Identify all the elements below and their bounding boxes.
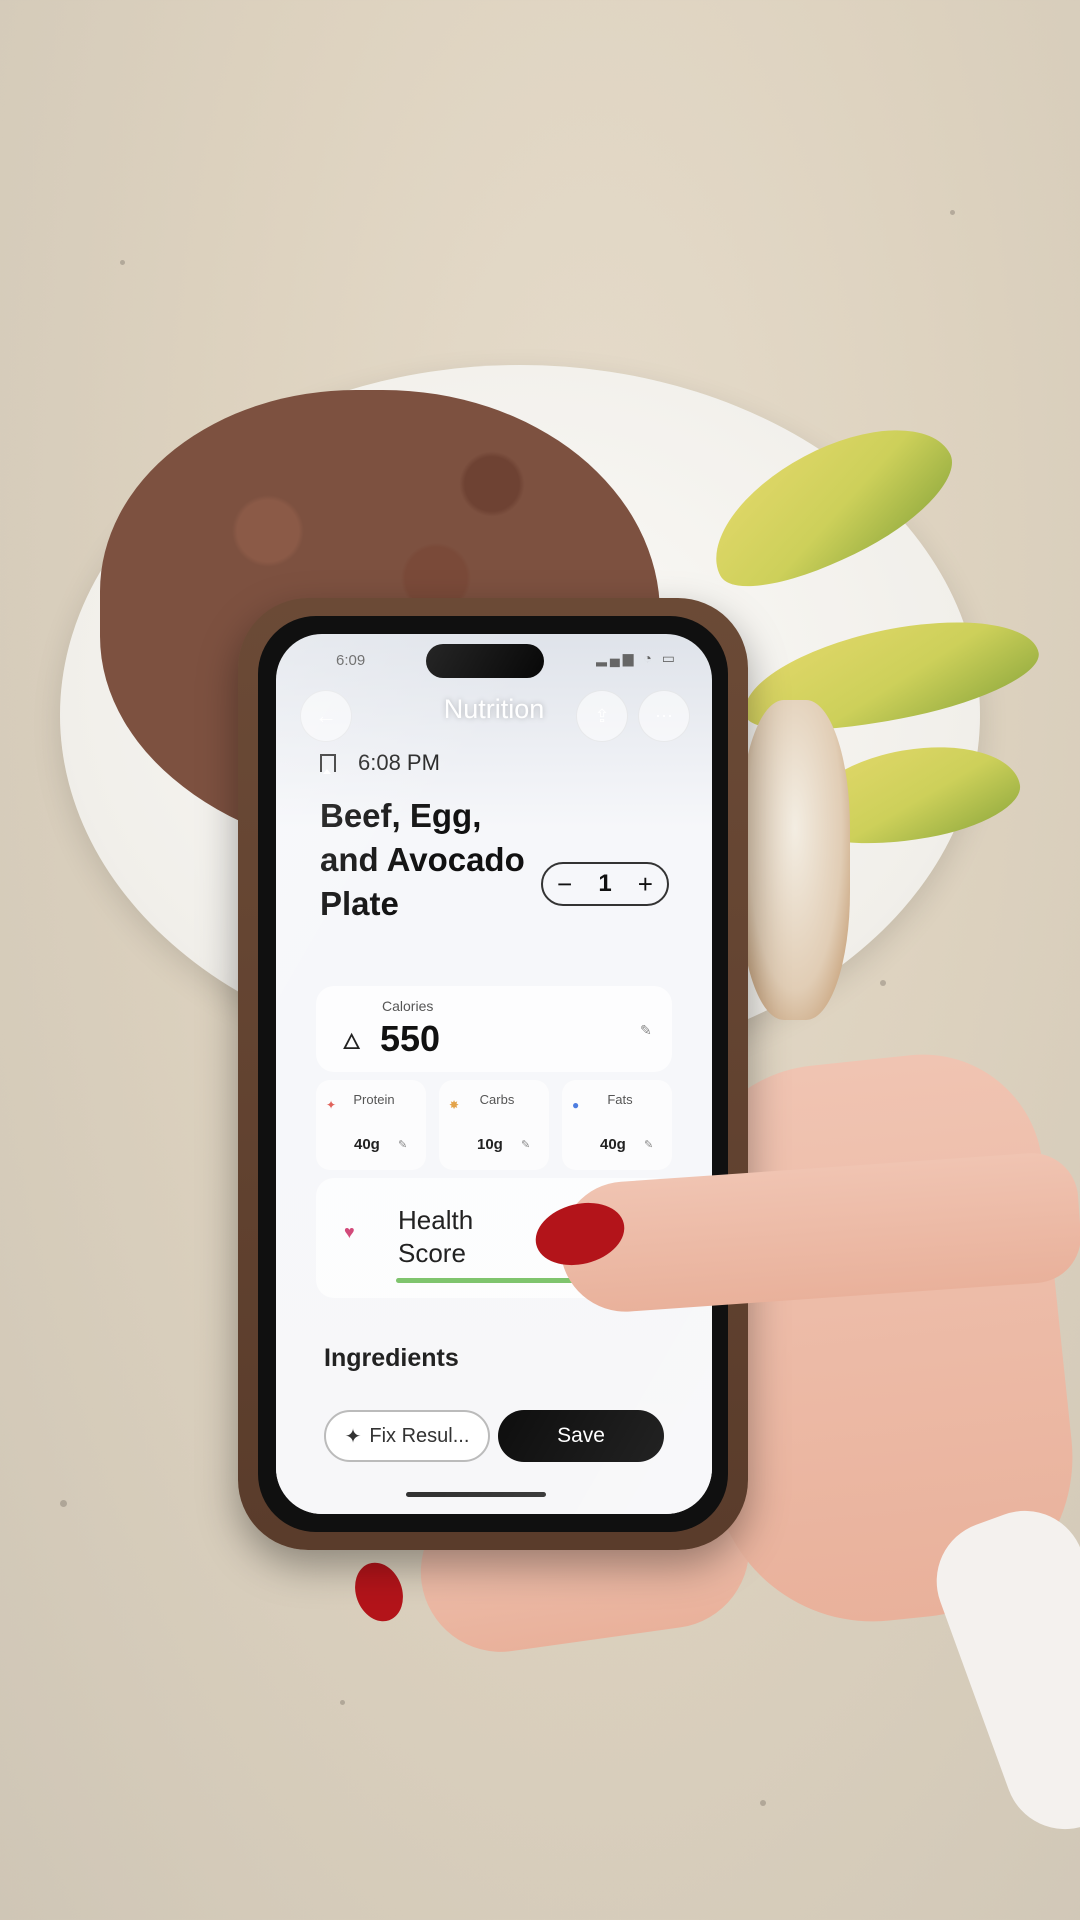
fix-results-label: Fix Resul... [369,1424,470,1447]
fried-egg [740,700,850,1020]
phone-screen: 6:09 ▂▄▆ ◔ ▭ ← Nutrition ⇪ ⋯ 6:08 PM Bee… [276,634,712,1514]
macro-card-carbs[interactable]: ✸ Carbs 10g ✎ [439,1080,549,1170]
home-indicator [406,1492,546,1497]
heart-icon: ♥ [344,1222,355,1242]
fix-results-button[interactable]: ✦ Fix Resul... [324,1410,490,1462]
counter-speck [760,1800,766,1806]
health-score-fill [396,1278,588,1283]
health-score-label: Health Score [398,1205,474,1268]
ingredients-heading: Ingredients [324,1344,459,1372]
more-icon: ⋯ [655,705,673,726]
calories-card[interactable]: 🜂 Calories 550 ✎ [316,986,672,1072]
more-button[interactable]: ⋯ [638,690,690,742]
meal-time-row: 6:08 PM [320,750,440,776]
carbs-icon: ✸ [449,1098,460,1112]
edit-icon[interactable]: ✎ [644,1138,653,1151]
sparkle-icon: ✦ [344,1425,362,1448]
fingernail [347,1555,411,1629]
macro-label: Fats [607,1092,633,1107]
counter-speck [60,1500,67,1507]
share-icon: ⇪ [594,705,610,726]
edit-icon[interactable]: ✎ [521,1138,530,1151]
bookmark-icon[interactable] [320,754,336,774]
quantity-value: 1 [598,870,612,897]
share-button[interactable]: ⇪ [576,690,628,742]
counter-speck [340,1700,345,1705]
save-button[interactable]: Save [498,1410,664,1462]
macro-card-fats[interactable]: ● Fats 40g ✎ [562,1080,672,1170]
status-time: 6:09 [336,652,366,669]
macro-value: 40g [600,1136,626,1153]
increment-button[interactable]: + [638,869,653,900]
meal-time: 6:08 PM [358,750,440,775]
calories-value: 550 [380,1018,441,1059]
flame-icon: 🜂 [342,1029,362,1054]
counter-speck [120,260,125,265]
macro-label: Carbs [479,1092,515,1107]
edit-icon[interactable]: ✎ [640,1022,652,1039]
meal-title: Beef, Egg, and Avocado Plate [320,797,525,922]
protein-icon: ✦ [326,1098,337,1112]
fats-icon: ● [572,1098,580,1112]
macro-label: Protein [353,1092,395,1107]
calories-label: Calories [382,998,434,1014]
counter-speck [950,210,955,215]
status-icons: ▂▄▆ ◔ ▭ [596,650,678,666]
edit-icon[interactable]: ✎ [398,1138,407,1151]
decrement-button[interactable]: − [557,869,572,900]
macro-value: 40g [354,1136,380,1153]
counter-speck [880,980,886,986]
quantity-stepper: − 1 + [541,862,669,906]
macro-card-protein[interactable]: ✦ Protein 40g ✎ [316,1080,426,1170]
macro-value: 10g [477,1136,503,1153]
dynamic-island [426,644,544,678]
